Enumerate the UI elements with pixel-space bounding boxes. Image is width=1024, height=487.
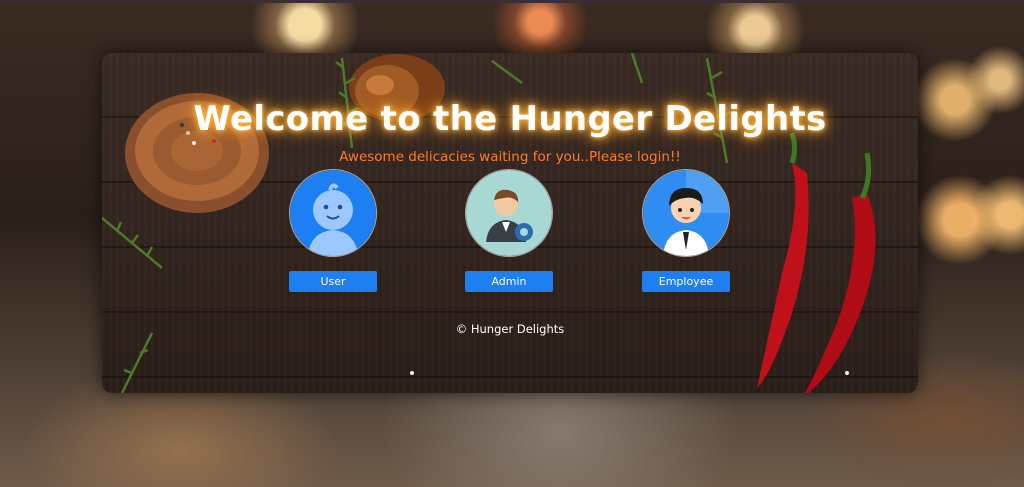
top-border	[0, 0, 1024, 3]
employee-login-button[interactable]: Employee	[642, 271, 730, 292]
role-employee: Employee	[642, 169, 730, 292]
page-title: Welcome to the Hunger Delights	[193, 99, 827, 139]
baby-avatar-icon[interactable]	[289, 169, 377, 257]
admin-avatar-icon[interactable]	[465, 169, 553, 257]
employee-avatar-icon[interactable]	[642, 169, 730, 257]
page-subtitle: Awesome delicacies waiting for you..Plea…	[339, 149, 681, 165]
user-login-button[interactable]: User	[289, 271, 377, 292]
footer-copyright: © Hunger Delights	[455, 322, 565, 336]
role-admin: Admin	[465, 169, 553, 292]
login-card: Welcome to the Hunger Delights Awesome d…	[102, 53, 918, 393]
admin-login-button[interactable]: Admin	[465, 271, 553, 292]
role-user: User	[289, 169, 377, 292]
